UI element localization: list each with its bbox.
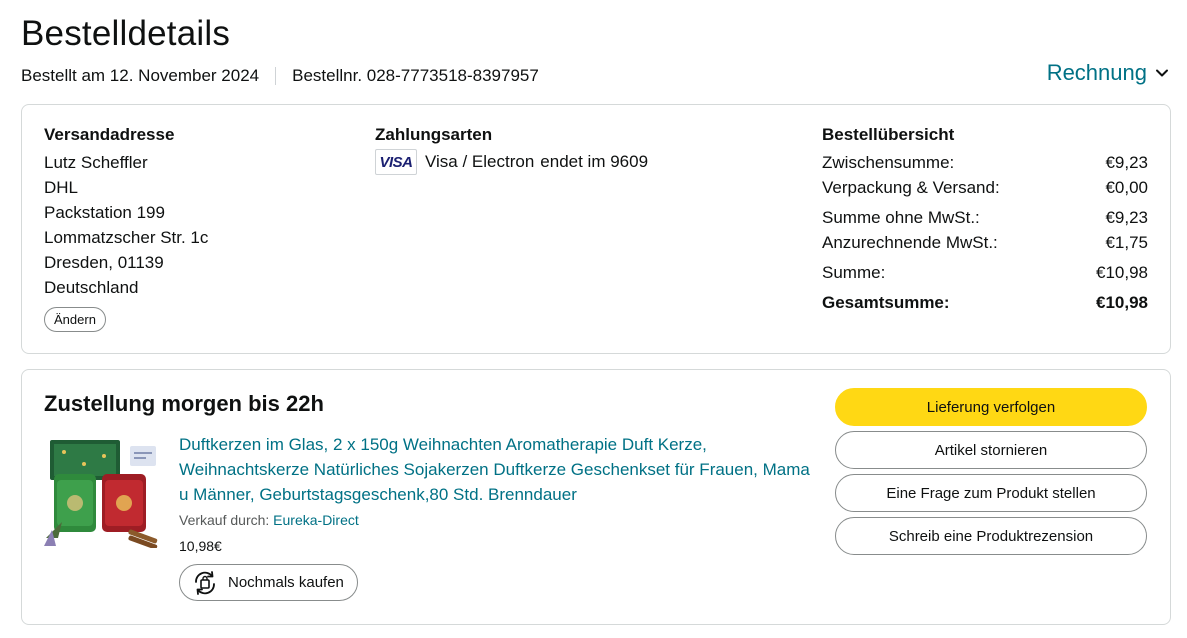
change-address-button[interactable]: Ändern	[44, 307, 106, 332]
order-info-box: Versandadresse Lutz Scheffler DHL Packst…	[21, 104, 1171, 354]
total-label: Gesamtsumme:	[822, 293, 950, 312]
order-meta: Bestellt am 12. November 2024 Bestellnr.…	[21, 66, 539, 86]
address-line: Deutschland	[44, 278, 139, 297]
delivery-actions: Lieferung verfolgen Artikel stornieren E…	[835, 388, 1147, 560]
payment-title: Zahlungsarten	[375, 125, 493, 144]
cancel-item-button[interactable]: Artikel stornieren	[835, 431, 1147, 469]
summary-total-row: Gesamtsumme: €10,98	[822, 290, 1148, 315]
shipping-title: Versandadresse	[44, 125, 175, 144]
summary-label: Summe ohne MwSt.:	[822, 208, 980, 227]
seller-link[interactable]: Eureka-Direct	[273, 512, 359, 528]
summary-title: Bestellübersicht	[822, 125, 955, 144]
summary-label: Anzurechnende MwSt.:	[822, 233, 998, 252]
summary-value: €1,75	[1105, 233, 1148, 252]
write-review-button[interactable]: Schreib eine Produktrezension	[835, 517, 1147, 555]
invoice-label: Rechnung	[1046, 60, 1147, 85]
product-price: 10,98€	[179, 538, 222, 554]
shipping-address: Versandadresse Lutz Scheffler DHL Packst…	[44, 125, 208, 332]
summary-label: Verpackung & Versand:	[822, 178, 1000, 197]
summary-row: Zwischensumme: €9,23	[822, 150, 1148, 175]
buy-again-icon	[195, 570, 215, 595]
order-number: Bestellnr. 028-7773518-8397957	[292, 66, 539, 85]
address-line: Lutz Scheffler	[44, 153, 148, 172]
address-lines: Lutz Scheffler DHL Packstation 199 Lomma…	[44, 150, 208, 300]
summary-row: Summe: €10,98	[822, 260, 1148, 285]
seller-prefix: Verkauf durch:	[179, 512, 270, 528]
card-name: Visa / Electron	[425, 152, 535, 171]
page-title: Bestelldetails	[21, 14, 231, 53]
meta-divider	[275, 67, 277, 85]
invoice-dropdown[interactable]: Rechnung	[1047, 60, 1169, 86]
summary-row: Anzurechnende MwSt.: €1,75	[822, 230, 1148, 255]
summary-value: €9,23	[1105, 208, 1148, 227]
summary-value: €10,98	[1096, 263, 1148, 282]
product-image[interactable]	[44, 434, 162, 548]
payment-row: VISA Visa / Electron endet im 9609	[375, 149, 648, 175]
seller-info: Verkauf durch: Eureka-Direct	[179, 512, 359, 528]
product-title-link[interactable]: Duftkerzen im Glas, 2 x 150g Weihnachten…	[179, 432, 819, 507]
track-delivery-button[interactable]: Lieferung verfolgen	[835, 388, 1147, 426]
summary-label: Zwischensumme:	[822, 153, 955, 172]
total-value: €10,98	[1096, 293, 1148, 312]
payment-method: Zahlungsarten VISA Visa / Electron endet…	[375, 125, 648, 175]
delivery-title: Zustellung morgen bis 22h	[44, 391, 324, 416]
order-date: Bestellt am 12. November 2024	[21, 66, 260, 85]
delivery-box: Zustellung morgen bis 22h Duftkerzen im …	[21, 369, 1171, 625]
buy-again-label: Nochmals kaufen	[228, 574, 344, 591]
summary-value: €9,23	[1105, 153, 1148, 172]
buy-again-button[interactable]: Nochmals kaufen	[179, 564, 358, 601]
summary-label: Summe:	[822, 263, 886, 282]
address-line: Packstation 199	[44, 203, 165, 222]
ask-question-button[interactable]: Eine Frage zum Produkt stellen	[835, 474, 1147, 512]
summary-row: Summe ohne MwSt.: €9,23	[822, 205, 1148, 230]
address-line: Dresden, 01139	[44, 253, 164, 272]
summary-value: €0,00	[1105, 178, 1148, 197]
address-line: DHL	[44, 178, 79, 197]
order-summary: Bestellübersicht Zwischensumme: €9,23 Ve…	[822, 125, 1148, 315]
chevron-down-icon	[1156, 69, 1168, 77]
summary-row: Verpackung & Versand: €0,00	[822, 175, 1148, 200]
visa-card-icon: VISA	[375, 149, 417, 175]
card-ending: endet im 9609	[540, 152, 649, 171]
address-line: Lommatzscher Str. 1c	[44, 228, 209, 247]
